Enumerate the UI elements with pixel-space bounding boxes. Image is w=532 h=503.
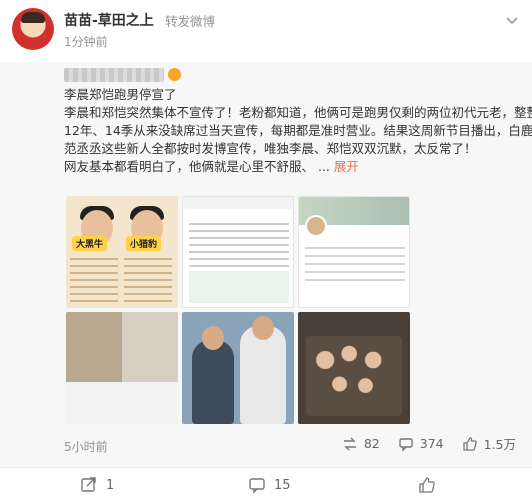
action-bar: 1 15 xyxy=(0,467,532,503)
like-button[interactable] xyxy=(418,476,436,494)
repost-count: 1 xyxy=(106,477,115,493)
original-time[interactable]: 5小时前 xyxy=(64,438,108,455)
original-comment-stat[interactable]: 374 xyxy=(398,434,444,453)
image-thumbnail[interactable] xyxy=(66,312,178,424)
image-thumbnail[interactable] xyxy=(182,196,294,308)
comment-button[interactable]: 15 xyxy=(248,476,291,494)
screenshot-card xyxy=(189,271,289,303)
like-count: 1.5万 xyxy=(483,437,516,452)
repost-icon xyxy=(81,477,96,492)
repost-count: 82 xyxy=(363,436,380,451)
person-body xyxy=(240,326,286,424)
profile-avatar xyxy=(305,215,327,237)
profile-text xyxy=(305,247,405,283)
verified-badge-icon xyxy=(168,68,181,81)
person-head xyxy=(202,326,224,350)
person-head xyxy=(252,316,274,340)
post-header: 苗苗-草田之上 转发微博 1分钟前 xyxy=(0,0,532,58)
like-icon xyxy=(462,436,477,451)
avatar[interactable] xyxy=(12,8,54,50)
image-thumbnail[interactable] xyxy=(298,196,410,308)
person-body xyxy=(192,340,234,424)
comment-icon xyxy=(249,478,265,494)
original-stats: 82 374 1.5万 xyxy=(342,434,516,453)
repost-label: 转发微博 xyxy=(165,14,216,29)
repost-button[interactable]: 1 xyxy=(80,476,114,494)
expand-link[interactable]: 展开 xyxy=(334,159,359,174)
image-thumbnail[interactable]: 大黑牛 小猎豹 xyxy=(66,196,178,308)
repost-icon xyxy=(343,437,356,450)
post-text-line: 李晨和郑恺突然集体不宣传了！老粉都知道，他俩可是跑男仅剩的两位初代元老，整整 xyxy=(64,105,532,120)
post-text-line: 12年、14季从来没缺席过当天宣传，每期都是准时营业。结果这周新节目播出，白鹿、 xyxy=(64,123,532,138)
image-thumbnail[interactable] xyxy=(298,312,410,424)
group-photo xyxy=(306,336,402,416)
screenshot-bar xyxy=(183,197,293,209)
original-repost-stat[interactable]: 82 xyxy=(342,434,380,453)
comment-icon xyxy=(399,437,413,452)
screenshot-strip xyxy=(66,382,178,424)
username[interactable]: 苗苗-草田之上 xyxy=(64,10,154,30)
post-text: 李晨郑恺跑男停宣了 李晨和郑恺突然集体不宣传了！老粉都知道，他俩可是跑男仅剩的两… xyxy=(64,86,532,176)
post-text-last: 网友基本都看明白了，他俩就是心里不舒服、 ... xyxy=(64,159,330,174)
nickname-tag: 小猎豹 xyxy=(126,236,162,251)
original-author-blurred[interactable] xyxy=(64,68,164,82)
comment-count: 374 xyxy=(419,436,444,451)
nickname-tag: 大黑牛 xyxy=(72,236,108,251)
profile-info xyxy=(124,258,172,304)
profile-info xyxy=(70,258,118,304)
post-text-line: 李晨郑恺跑男停宣了 xyxy=(64,87,177,102)
screenshot-text xyxy=(189,223,289,267)
comment-count: 15 xyxy=(274,477,291,493)
photo-scene xyxy=(66,312,178,382)
reposted-content: 李晨郑恺跑男停宣了 李晨和郑恺突然集体不宣传了！老粉都知道，他俩可是跑男仅剩的两… xyxy=(0,62,532,467)
post-time[interactable]: 1分钟前 xyxy=(64,33,108,50)
like-icon xyxy=(419,477,435,493)
more-icon[interactable] xyxy=(504,12,520,28)
post-text-line: 范丞丞这些新人全都按时发博宣传，唯独李晨、郑恺双双沉默，太反常了！ xyxy=(64,141,477,156)
original-like-stat[interactable]: 1.5万 xyxy=(462,434,516,453)
image-thumbnail[interactable] xyxy=(182,312,294,424)
post-text-line: 网友基本都看明白了，他俩就是心里不舒服、 ... 展开 xyxy=(64,158,522,176)
